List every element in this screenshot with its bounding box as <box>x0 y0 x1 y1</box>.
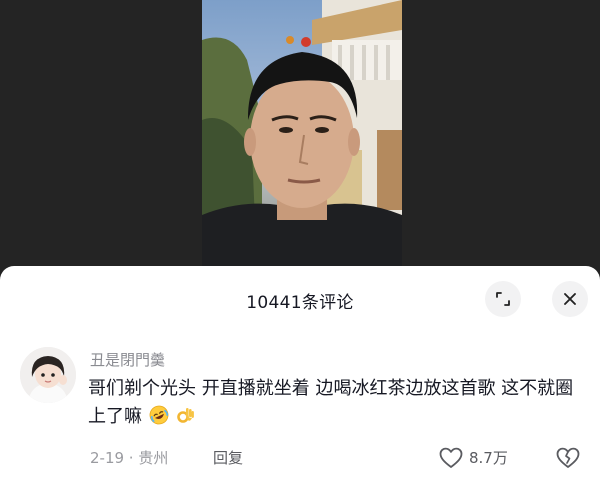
close-button[interactable] <box>552 281 588 317</box>
rolling-laughing-emoji <box>149 405 169 425</box>
ok-hand-emoji <box>177 408 195 423</box>
expand-icon <box>496 292 510 306</box>
like-count: 8.7万 <box>469 449 508 467</box>
avatar-image <box>20 347 76 403</box>
video-frame <box>202 0 402 270</box>
comment-body: 哥们剃个光头 开直播就坐着 边喝冰红茶边放这首歌 这不就圈上了嘛 <box>88 375 588 431</box>
comments-sheet: 10441条评论 丑是閉門羹 哥们剃个光头 开直播就坐着 边喝冰红茶边放这首歌 … <box>0 266 600 485</box>
broken-heart-icon[interactable] <box>556 447 580 469</box>
expand-button[interactable] <box>485 281 521 317</box>
comment-date-location: 2-19 · 贵州 <box>90 449 169 467</box>
reply-button[interactable]: 回复 <box>213 447 243 468</box>
comment-username[interactable]: 丑是閉門羹 <box>90 349 165 370</box>
avatar[interactable] <box>20 347 76 403</box>
close-icon <box>564 293 576 305</box>
heart-icon[interactable] <box>439 447 463 469</box>
video-player[interactable] <box>0 0 600 270</box>
video-scene-illustration <box>202 0 402 270</box>
